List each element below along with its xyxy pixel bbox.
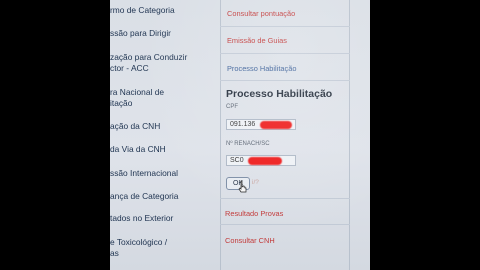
menu-item-mudanca-categoria[interactable]: ança de Categoria [110, 191, 212, 202]
hand-cursor-icon [238, 180, 247, 193]
menu-item-renovacao-cnh[interactable]: ação da CNH [110, 121, 212, 132]
menu-item-permissao[interactable]: ssão para Dirigir [110, 28, 212, 39]
row-processo-habilitacao: Processo Habilitação [220, 54, 350, 81]
menu-item-acc[interactable]: zação para Conduzir ctor - ACC [110, 52, 212, 74]
menu-item-categoria[interactable]: rmo de Categoria [110, 5, 212, 16]
ok-extra-text: i/? [252, 179, 259, 186]
resultado-provas-link[interactable]: Resultado Provas [225, 209, 283, 218]
row-consultar-pontuacao: Consultar pontuação [220, 0, 350, 27]
menu-item-carteira-nacional[interactable]: ra Nacional de itação [110, 87, 212, 109]
divider [220, 224, 350, 225]
cpf-label: CPF [226, 104, 238, 110]
process-form-title: Processo Habilitação [226, 88, 333, 100]
renach-label: Nº RENACH/SC [226, 141, 270, 147]
consultar-cnh-link[interactable]: Consultar CNH [225, 236, 275, 245]
menu-item-segunda-via[interactable]: da Via da CNH [110, 144, 212, 155]
services-panel: Consultar pontuação Emissão de Guias Pro… [220, 0, 350, 270]
emissao-guias-link[interactable]: Emissão de Guias [227, 36, 287, 45]
consultar-pontuacao-link[interactable]: Consultar pontuação [227, 9, 295, 18]
menu-item-exame-toxicologico[interactable]: e Toxicológico / as [110, 237, 212, 259]
left-menu: rmo de Categoria ssão para Dirigir zação… [110, 0, 212, 270]
menu-item-habilitados-exterior[interactable]: tados no Exterior [110, 213, 212, 224]
menu-item-permissao-internacional[interactable]: ssão Internacional [110, 168, 212, 179]
renach-redaction [248, 157, 282, 165]
cpf-redaction [260, 121, 292, 129]
row-emissao-guias: Emissão de Guias [220, 27, 350, 54]
phone-photo-screen: rmo de Categoria ssão para Dirigir zação… [110, 0, 370, 270]
processo-habilitacao-link[interactable]: Processo Habilitação [227, 64, 296, 73]
divider [220, 198, 350, 199]
